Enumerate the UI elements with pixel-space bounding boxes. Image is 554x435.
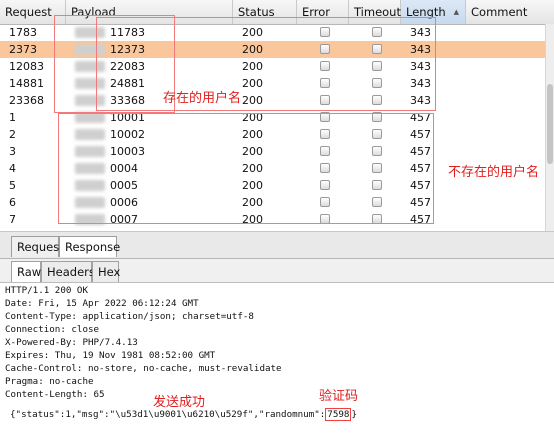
cell-comment [466,194,545,211]
request-response-tabbar: Request Response [0,232,554,259]
cell-comment [466,109,545,126]
scrollbar-thumb[interactable] [547,84,553,164]
tab-raw[interactable]: Raw [11,261,41,282]
tab-headers[interactable]: Headers [41,261,95,282]
cell-comment [466,24,545,41]
cell-request: 2 [9,128,16,141]
existing-users-annotation: 存在的用户名 [163,91,242,106]
cell-comment [466,92,545,109]
response-header-line: Content-Length: 65 [5,389,105,400]
cell-request: 6 [9,196,16,209]
column-header-comment[interactable]: Comment [466,0,554,24]
tab-response[interactable]: Response [59,236,120,257]
response-body-suffix: } [351,409,357,420]
response-status-line: HTTP/1.1 200 OK [5,285,88,296]
response-header-line: Expires: Thu, 19 Nov 1981 08:52:00 GMT [5,350,216,361]
existing-users-box-wide [96,17,436,111]
view-mode-tabbar: Raw Headers Hex [0,259,554,283]
tab-hex[interactable]: Hex [92,261,120,282]
response-header-line: Pragma: no-cache [5,376,94,387]
response-viewer[interactable]: HTTP/1.1 200 OK Date: Fri, 15 Apr 2022 0… [0,283,554,435]
response-header-line: Cache-Control: no-store, no-cache, must-… [5,363,282,374]
response-header-line: Date: Fri, 15 Apr 2022 06:12:24 GMT [5,298,199,309]
response-header-line: Connection: close [5,324,100,335]
cell-comment [466,58,545,75]
cell-request: 7 [9,213,16,226]
nonexistent-users-annotation: 不存在的用户名 [448,165,540,180]
response-header-line: Content-Type: application/json; charset=… [5,311,254,322]
captcha-code-highlight: 7598 [325,408,352,421]
cell-request: 4 [9,162,16,175]
response-header-line: X-Powered-By: PHP/7.4.13 [5,337,138,348]
cell-request: 3 [9,145,16,158]
cell-comment [466,126,545,143]
nonexistent-users-box [58,113,434,224]
response-body-prefix: {"status":1,"msg":"\u53d1\u9001\u6210\u5… [10,409,326,420]
cell-comment [466,143,545,160]
sort-ascending-icon: ▲ [453,8,459,16]
cell-request: 5 [9,179,16,192]
tab-request[interactable]: Request [11,236,64,257]
cell-comment [466,211,545,228]
table-scrollbar[interactable] [545,24,554,231]
captcha-annotation: 验证码 [319,389,359,404]
cell-comment [466,41,545,58]
cell-comment [466,75,545,92]
response-body-json: {"status":1,"msg":"\u53d1\u9001\u6210\u5… [10,408,357,421]
